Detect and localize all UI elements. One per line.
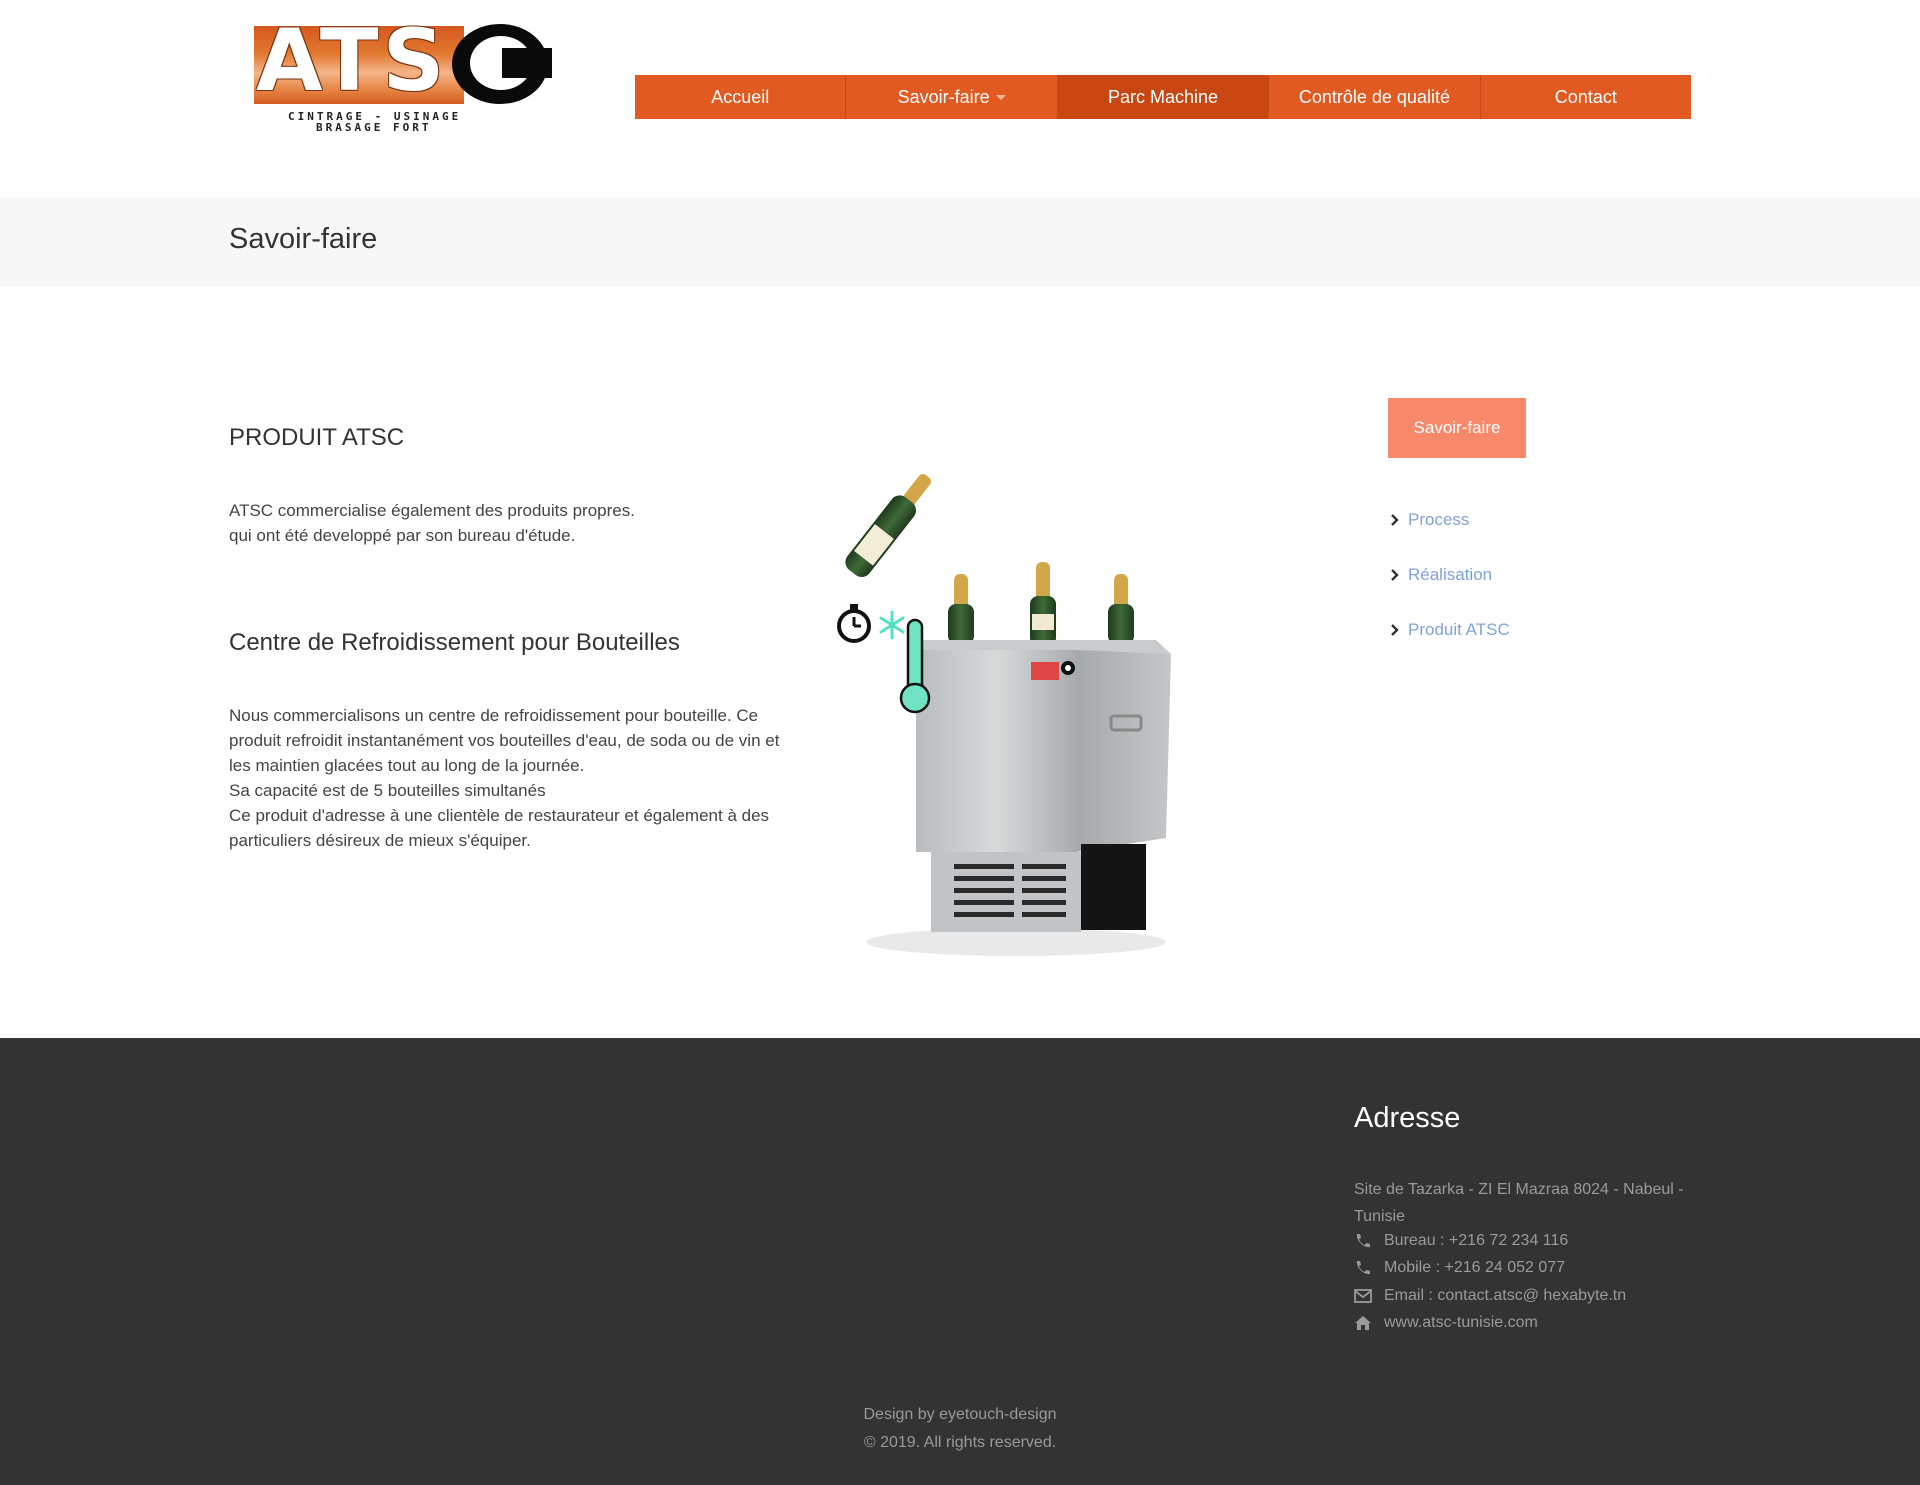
- nav-item-parc-machine[interactable]: Parc Machine: [1057, 75, 1270, 119]
- design-credit: Design by eyetouch-design: [863, 1406, 1057, 1423]
- bottle: [948, 574, 974, 644]
- description-line: particuliers désireux de mieux s'équiper…: [229, 831, 531, 850]
- description-line: Nous commercialisons un centre de refroi…: [229, 706, 759, 725]
- chevron-right-icon: [1391, 568, 1399, 581]
- nav-item-contact[interactable]: Contact: [1481, 75, 1691, 119]
- nav-item-label: Savoir-faire: [897, 86, 990, 107]
- nav-item-savoir-faire[interactable]: Savoir-faire: [846, 75, 1058, 119]
- intro-line: ATSC commercialise également des produit…: [229, 501, 635, 520]
- sidebar-item-produit-atsc[interactable]: Produit ATSC: [1388, 602, 1510, 657]
- main-content: PRODUIT ATSC ATSC commercialise égalemen…: [0, 286, 1920, 1038]
- address-text: Site de Tazarka - ZI El Mazraa 8024 - Na…: [1354, 1181, 1684, 1225]
- nav-item-controle-qualite[interactable]: Contrôle de qualité: [1269, 75, 1481, 119]
- mobile-phone-row: Mobile : +216 24 052 077: [1354, 1259, 1565, 1277]
- description-line: produit refroidit instantanément vos bou…: [229, 731, 780, 750]
- chevron-right-icon: [1391, 513, 1399, 526]
- website-link[interactable]: www.atsc-tunisie.com: [1384, 1314, 1538, 1332]
- nav-item-label: Contact: [1554, 86, 1617, 107]
- sidebar-item-realisation[interactable]: Réalisation: [1388, 547, 1510, 602]
- site-footer: Adresse Site de Tazarka - ZI El Mazraa 8…: [0, 1038, 1920, 1485]
- page-title: Savoir-faire: [229, 223, 378, 255]
- nav-item-label: Parc Machine: [1107, 86, 1219, 107]
- envelope-icon: [1354, 1289, 1372, 1303]
- product-heading: PRODUIT ATSC: [229, 424, 405, 451]
- intro-paragraph: ATSC commercialise également des produit…: [229, 498, 809, 548]
- sidebar-link-label[interactable]: Process: [1408, 510, 1469, 530]
- site-header: ATS CINTRAGE - USINAGE BRASAGE FORT Accu…: [0, 0, 1920, 197]
- home-icon: [1355, 1316, 1371, 1330]
- nav-item-label: Accueil: [711, 86, 770, 107]
- website-row: www.atsc-tunisie.com: [1354, 1314, 1538, 1332]
- copyright: © 2019. All rights reserved.: [863, 1434, 1057, 1451]
- main-nav: Accueil Savoir-faire Parc Machine Contrô…: [635, 75, 1691, 119]
- logo-letters: ATS: [256, 11, 449, 111]
- address-title: Adresse: [1354, 1102, 1461, 1134]
- sidebar-item-process[interactable]: Process: [1388, 492, 1510, 547]
- description-line: Ce produit d'adresse à une clientèle de …: [229, 806, 770, 825]
- product-image-bottle-cooler: [837, 474, 1171, 956]
- page-title-band: Savoir-faire: [0, 197, 1920, 286]
- snowflake-icon: [879, 610, 905, 640]
- chevron-right-icon: [1391, 623, 1399, 636]
- sidebar-link-label[interactable]: Réalisation: [1408, 565, 1492, 585]
- sidebar-link-list: Process Réalisation Produit ATSC: [1388, 492, 1510, 657]
- phone-icon: [1356, 1261, 1370, 1275]
- email-row: Email : contact.atsc@ hexabyte.tn: [1354, 1287, 1626, 1305]
- stopwatch-icon: [837, 604, 871, 643]
- logo-tagline-2: BRASAGE FORT: [316, 121, 432, 134]
- email-address[interactable]: Email : contact.atsc@ hexabyte.tn: [1384, 1287, 1626, 1305]
- section-heading: Centre de Refroidissement pour Bouteille…: [229, 629, 680, 656]
- description-paragraph: Nous commercialisons un centre de refroi…: [229, 703, 809, 853]
- bureau-phone: Bureau : +216 72 234 116: [1384, 1232, 1569, 1249]
- caret-down-icon: [995, 94, 1006, 100]
- description-line: Sa capacité est de 5 bouteilles simultan…: [229, 781, 546, 800]
- nav-item-accueil[interactable]: Accueil: [635, 75, 847, 119]
- description-line: les maintien glacées tout au long de la …: [229, 756, 585, 775]
- atsc-logo[interactable]: ATS CINTRAGE - USINAGE BRASAGE FORT: [254, 18, 552, 136]
- bureau-phone-row: Bureau : +216 72 234 116: [1354, 1232, 1568, 1250]
- logo-c-mark-cut: [502, 48, 552, 78]
- sidebar-link-label[interactable]: Produit ATSC: [1408, 620, 1510, 640]
- savoir-faire-button[interactable]: Savoir-faire: [1388, 398, 1526, 458]
- mobile-phone: Mobile : +216 24 052 077: [1384, 1259, 1566, 1276]
- nav-item-label: Contrôle de qualité: [1298, 86, 1450, 107]
- phone-icon: [1356, 1234, 1370, 1248]
- intro-line: qui ont été developpé par son bureau d'é…: [229, 526, 576, 545]
